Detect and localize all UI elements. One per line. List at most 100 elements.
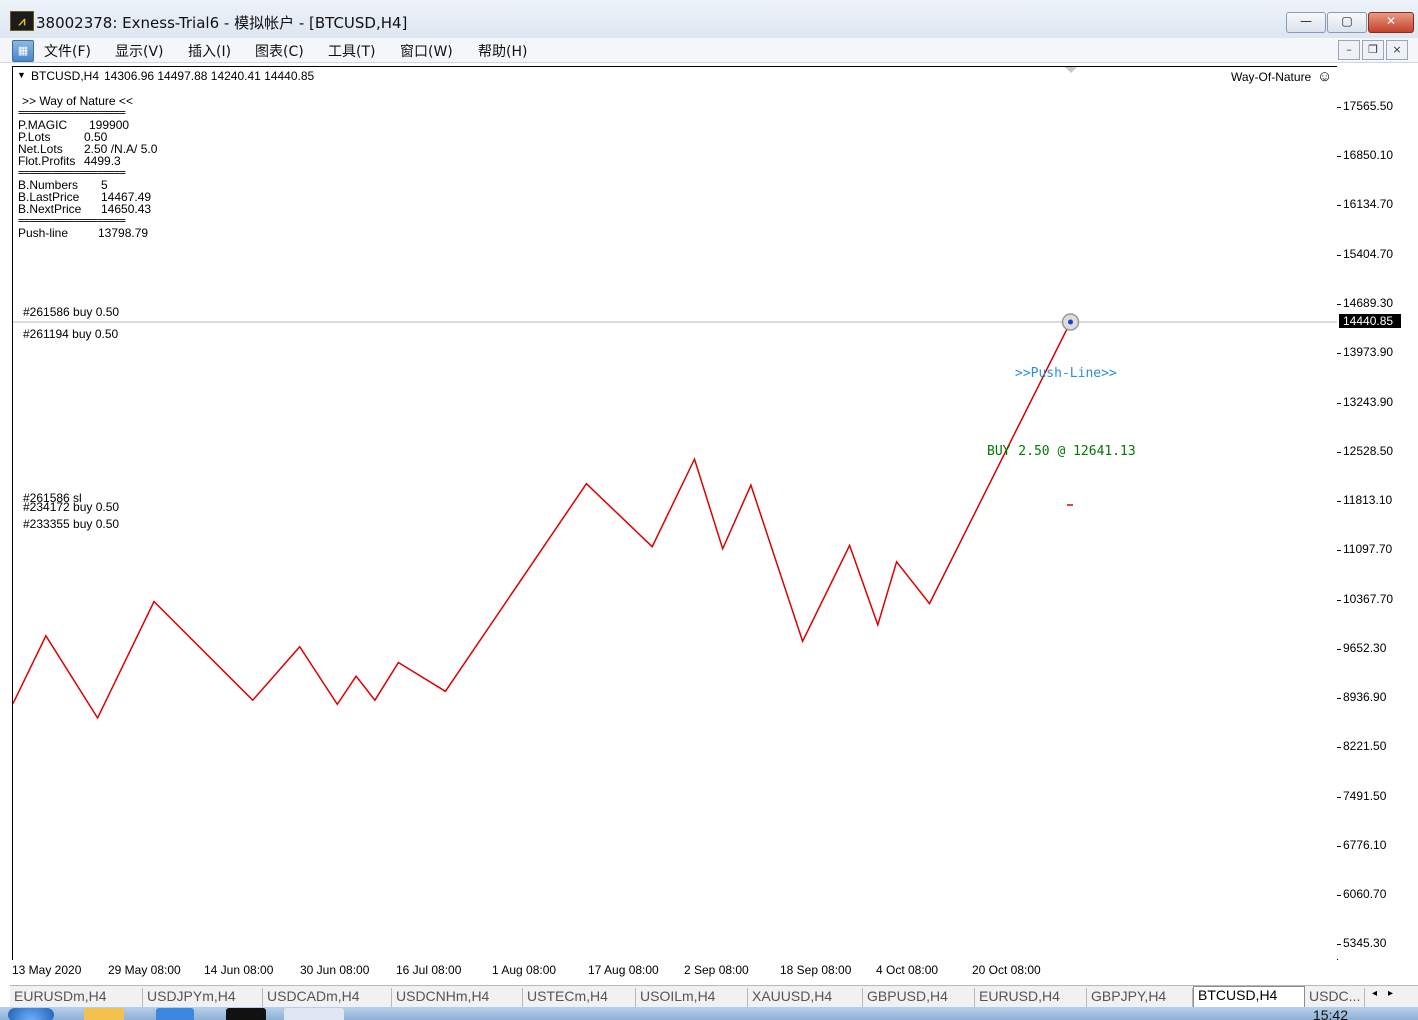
smiley-icon: ☺: [1317, 68, 1333, 85]
time-tick-label: 13 May 2020: [12, 963, 82, 977]
maximize-button[interactable]: ▢: [1327, 12, 1367, 33]
buy-summary-label: BUY 2.50 @ 12641.13: [987, 444, 1136, 459]
order-label[interactable]: #261194 buy 0.50: [23, 327, 118, 341]
price-tick-mark: [1337, 107, 1341, 108]
tab-eurusd-h4[interactable]: EURUSD,H4: [975, 988, 1087, 1008]
start-button-icon[interactable]: [8, 1008, 54, 1020]
chart-restore-button[interactable]: ❐: [1362, 40, 1384, 60]
price-tick-mark: [1337, 205, 1341, 206]
chart-area[interactable]: ▼ BTCUSD,H4 14306.96 14497.88 14240.41 1…: [12, 66, 1338, 961]
menu-view[interactable]: 显示(V): [115, 41, 164, 61]
tab-ustecm-h4[interactable]: USTECm,H4: [523, 988, 636, 1008]
notepad-taskbar-icon[interactable]: [284, 1008, 344, 1020]
price-tick-label: 15404.70: [1343, 247, 1394, 261]
chart-minimize-button[interactable]: –: [1338, 40, 1360, 60]
price-tick-label: 16134.70: [1343, 197, 1394, 211]
price-tick-mark: [1337, 600, 1341, 601]
time-tick-label: 4 Oct 08:00: [876, 963, 939, 977]
price-tick-label: 17565.50: [1343, 99, 1394, 113]
price-tick-mark: [1337, 698, 1341, 699]
price-series-line: [13, 321, 1072, 720]
order-label[interactable]: #234172 buy 0.50: [23, 500, 119, 514]
price-tick-mark: [1337, 501, 1341, 502]
close-button[interactable]: ✕: [1368, 12, 1414, 33]
info-separator: ===================: [18, 214, 126, 227]
menu-tools[interactable]: 工具(T): [328, 41, 375, 61]
app-taskbar-icon[interactable]: [156, 1008, 194, 1020]
price-tick-label: 8221.50: [1343, 739, 1387, 753]
info-label: Push-line: [18, 226, 69, 240]
time-tick-label: 18 Sep 08:00: [780, 963, 852, 977]
menu-window[interactable]: 窗口(W): [400, 41, 453, 61]
chart-window-icon[interactable]: ▦: [12, 40, 34, 62]
price-tick-label: 13973.90: [1343, 345, 1394, 359]
menu-charts[interactable]: 图表(C): [255, 41, 304, 61]
time-tick-label: 17 Aug 08:00: [588, 963, 659, 977]
price-tick-label: 11097.70: [1343, 542, 1393, 556]
price-tick-label: 12528.50: [1343, 444, 1394, 458]
price-tick-label: 16850.10: [1343, 148, 1394, 162]
explorer-taskbar-icon[interactable]: [84, 1008, 124, 1020]
price-tick-mark: [1337, 846, 1341, 847]
price-tick-mark: [1337, 944, 1341, 945]
price-tick-label: 13243.90: [1343, 395, 1394, 409]
chart-symbol-timeframe: BTCUSD,H4: [31, 69, 100, 83]
metatrader-taskbar-icon[interactable]: [226, 1008, 266, 1020]
tab-scroll-right-icon[interactable]: ▸: [1384, 988, 1404, 1008]
price-tick-label: 6060.70: [1343, 887, 1387, 901]
menu-insert[interactable]: 插入(I): [188, 41, 231, 61]
tab-usoilm-h4[interactable]: USOILm,H4: [636, 988, 748, 1008]
tab-gbpusd-h4[interactable]: GBPUSD,H4: [863, 988, 975, 1008]
info-value: 13798.79: [98, 226, 149, 240]
scroll-marker-icon: [1065, 67, 1077, 73]
time-tick-label: 2 Sep 08:00: [684, 963, 749, 977]
info-separator: ===================: [18, 106, 126, 119]
chart-close-button[interactable]: ×: [1386, 40, 1408, 60]
price-tick-mark: [1337, 797, 1341, 798]
windows-taskbar: 15:42: [0, 1007, 1418, 1020]
price-tick-label: 7491.50: [1343, 789, 1387, 803]
tab-usdcadm-h4[interactable]: USDCADm,H4: [263, 988, 392, 1008]
tab-usdcnhm-h4[interactable]: USDCNHm,H4: [392, 988, 523, 1008]
window-title: 38002378: Exness-Trial6 - 模拟帐户 - [BTCUSD…: [36, 14, 408, 32]
price-tick-mark: [1337, 452, 1341, 453]
tab-usdjpym-h4[interactable]: USDJPYm,H4: [143, 988, 263, 1008]
price-tick-label: 8936.90: [1343, 690, 1387, 704]
price-tick-mark: [1337, 255, 1341, 256]
time-tick-label: 1 Aug 08:00: [492, 963, 557, 977]
tab-xauusd-h4[interactable]: XAUUSD,H4: [748, 988, 863, 1008]
time-tick-label: 30 Jun 08:00: [300, 963, 370, 977]
order-label[interactable]: #261586 buy 0.50: [23, 305, 119, 319]
price-tick-mark: [1337, 747, 1341, 748]
price-tick-label: 14689.30: [1343, 296, 1394, 310]
info-separator: ===================: [18, 166, 126, 179]
metatrader-app-icon: ⩘: [10, 11, 34, 31]
menu-bar: ▦ 文件(F) 显示(V) 插入(I) 图表(C) 工具(T) 窗口(W) 帮助…: [0, 38, 1418, 63]
tab-eurusdm-h4[interactable]: EURUSDm,H4: [10, 988, 143, 1008]
menu-file[interactable]: 文件(F): [44, 41, 91, 61]
expert-advisor-name: Way-Of-Nature: [1231, 70, 1312, 84]
time-tick-label: 20 Oct 08:00: [972, 963, 1041, 977]
price-tick-label: 9652.30: [1343, 641, 1387, 655]
time-tick-label: 14 Jun 08:00: [204, 963, 274, 977]
tab-usdc-partial[interactable]: USDC...: [1305, 988, 1365, 1008]
time-tick-label: 16 Jul 08:00: [396, 963, 462, 977]
time-tick-label: 29 May 08:00: [108, 963, 181, 977]
price-tick-label: 10367.70: [1343, 592, 1394, 606]
taskbar-clock: 15:42: [1312, 1007, 1348, 1020]
price-tick-mark: [1337, 550, 1341, 551]
chart-dropdown-icon[interactable]: ▼: [17, 70, 26, 80]
price-tick-mark: [1337, 895, 1341, 896]
time-axis[interactable]: 13 May 2020 29 May 08:00 14 Jun 08:00 30 Ju…: [12, 960, 1402, 982]
price-axis[interactable]: 14440.85 17565.50 16850.10 16134.70 15404.7…: [1337, 66, 1401, 959]
price-tick-mark: [1337, 304, 1341, 305]
tab-gbpjpy-h4[interactable]: GBPJPY,H4: [1087, 988, 1193, 1008]
price-tick-mark: [1337, 649, 1341, 650]
price-tick-label: 5345.30: [1343, 936, 1387, 950]
menu-help[interactable]: 帮助(H): [478, 41, 527, 61]
order-label[interactable]: #233355 buy 0.50: [23, 517, 119, 531]
current-price-badge: 14440.85: [1339, 314, 1401, 329]
chart-ohlc: 14306.96 14497.88 14240.41 14440.85: [104, 69, 315, 83]
minimize-button[interactable]: —: [1286, 12, 1326, 33]
tab-btcusd-h4[interactable]: BTCUSD,H4: [1193, 986, 1305, 1008]
